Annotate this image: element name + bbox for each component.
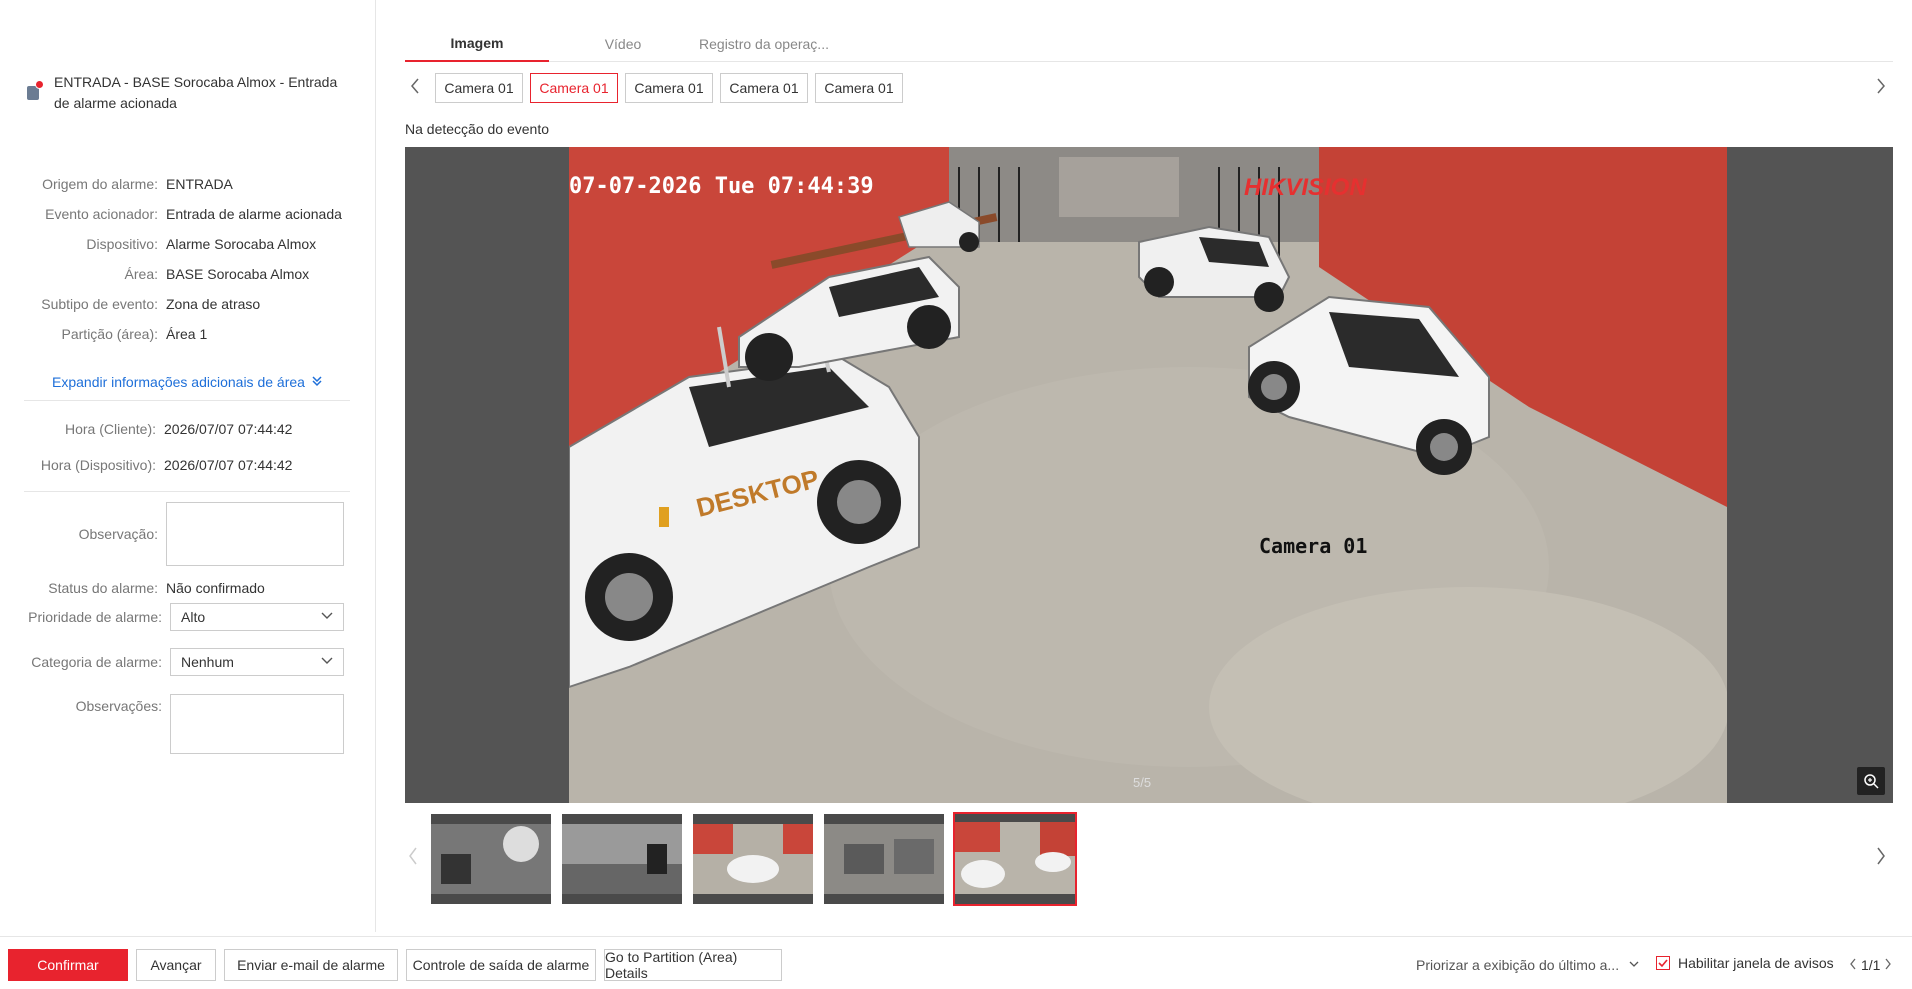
priority-row: Prioridade de alarme: Alto xyxy=(0,603,376,631)
tab-operation-log[interactable]: Registro da operaç... xyxy=(689,26,839,62)
info-value: Área 1 xyxy=(166,326,208,342)
priority-display-select[interactable]: Priorizar a exibição do último a... xyxy=(1416,957,1639,973)
alarm-status-row: Status do alarme: Não confirmado xyxy=(0,576,376,600)
priority-display-label: Priorizar a exibição do último a... xyxy=(1416,957,1620,973)
thumbnail-3[interactable] xyxy=(691,812,815,906)
advance-button[interactable]: Avançar xyxy=(136,949,216,981)
observation-label: Observação: xyxy=(78,526,158,542)
checkmark-icon xyxy=(1656,956,1670,970)
thumbnail-5[interactable] xyxy=(953,812,1077,906)
info-value: Entrada de alarme acionada xyxy=(166,206,342,222)
remarks-row: Observações: xyxy=(0,694,376,754)
chevron-right-icon[interactable] xyxy=(1884,957,1892,973)
thumbnail-strip xyxy=(405,812,1893,906)
detail-tabs: Imagem Vídeo Registro da operaç... xyxy=(405,26,1893,62)
camera-button-active[interactable]: Camera 01 xyxy=(530,73,618,103)
pagination: 1/1 xyxy=(1845,957,1896,973)
tab-image[interactable]: Imagem xyxy=(405,26,549,62)
alarm-title: ENTRADA - BASE Sorocaba Almox - Entrada … xyxy=(54,74,338,111)
info-value: BASE Sorocaba Almox xyxy=(166,266,310,282)
remarks-textarea[interactable] xyxy=(170,694,344,754)
camera-button[interactable]: Camera 01 xyxy=(435,73,523,103)
expand-area-info-link[interactable]: Expandir informações adicionais de área xyxy=(52,374,323,390)
chevron-right-icon[interactable] xyxy=(1875,77,1887,100)
image-pager: 5/5 xyxy=(1133,775,1152,790)
alarm-input-icon xyxy=(24,80,46,102)
alarm-details-panel: ENTRADA - BASE Sorocaba Almox - Entrada … xyxy=(0,0,376,932)
chevron-right-icon[interactable] xyxy=(1875,846,1887,871)
info-value: Alarme Sorocaba Almox xyxy=(166,236,317,252)
time-row-device: Hora (Dispositivo): 2026/07/07 07:44:42 xyxy=(0,453,376,477)
divider xyxy=(24,491,350,492)
chevron-left-icon[interactable] xyxy=(409,77,421,100)
info-row-event-subtype: Subtipo de evento: Zona de atraso xyxy=(0,292,376,316)
info-label: Evento acionador: xyxy=(45,206,158,222)
divider xyxy=(24,400,350,401)
enable-popup-label: Habilitar janela de avisos xyxy=(1678,955,1834,971)
snapshot-viewer: 07-07-2026 Tue 07:44:39 HIKVISION Camera… xyxy=(405,147,1893,803)
send-email-button[interactable]: Enviar e-mail de alarme xyxy=(224,949,398,981)
camera-button[interactable]: Camera 01 xyxy=(720,73,808,103)
observation-row: Observação: xyxy=(0,502,376,566)
info-label: Subtipo de evento: xyxy=(41,296,158,312)
chevron-left-icon[interactable] xyxy=(407,846,419,871)
alarm-header: ENTRADA - BASE Sorocaba Almox - Entrada … xyxy=(24,72,354,114)
chevron-left-icon[interactable] xyxy=(1849,957,1857,973)
expand-label: Expandir informações adicionais de área xyxy=(52,374,305,390)
info-value: ENTRADA xyxy=(166,176,233,192)
info-label: Partição (área): xyxy=(61,326,158,342)
camera-button[interactable]: Camera 01 xyxy=(625,73,713,103)
thumbnail-2[interactable] xyxy=(560,812,684,906)
confirm-button[interactable]: Confirmar xyxy=(8,949,128,981)
camera-selector: Camera 01 Camera 01 Camera 01 Camera 01 … xyxy=(405,73,1893,103)
action-bar: Confirmar Avançar Enviar e-mail de alarm… xyxy=(0,936,1912,989)
partition-details-button[interactable]: Go to Partition (Area) Details xyxy=(604,949,782,981)
chevron-down-icon xyxy=(1629,960,1639,971)
brand-overlay: HIKVISION xyxy=(1244,174,1367,201)
camera-overlay: Camera 01 xyxy=(1259,534,1367,558)
priority-selected-value: Alto xyxy=(181,609,206,625)
time-value: 2026/07/07 07:44:42 xyxy=(164,457,293,473)
zoom-in-icon[interactable] xyxy=(1857,767,1885,795)
info-row-area: Área: BASE Sorocaba Almox xyxy=(0,262,376,286)
detection-caption: Na detecção do evento xyxy=(405,121,549,137)
info-value: Zona de atraso xyxy=(166,296,261,312)
time-value: 2026/07/07 07:44:42 xyxy=(164,421,293,437)
info-row-trigger-event: Evento acionador: Entrada de alarme acio… xyxy=(0,202,376,226)
camera-snapshot[interactable]: 07-07-2026 Tue 07:44:39 HIKVISION Camera… xyxy=(569,147,1727,803)
alarm-output-control-button[interactable]: Controle de saída de alarme xyxy=(406,949,596,981)
info-row-origin: Origem do alarme: ENTRADA xyxy=(0,172,376,196)
thumbnail-4[interactable] xyxy=(822,812,946,906)
priority-select[interactable]: Alto xyxy=(170,603,344,631)
time-label: Hora (Cliente): xyxy=(64,421,156,437)
category-select[interactable]: Nenhum xyxy=(170,648,344,676)
remarks-label: Observações: xyxy=(75,698,162,714)
time-row-client: Hora (Cliente): 2026/07/07 07:44:42 xyxy=(0,417,376,441)
category-selected-value: Nenhum xyxy=(181,654,234,670)
info-row-partition: Partição (área): Área 1 xyxy=(0,322,376,346)
time-label: Hora (Dispositivo): xyxy=(40,457,156,473)
status-value: Não confirmado xyxy=(166,580,265,596)
info-row-device: Dispositivo: Alarme Sorocaba Almox xyxy=(0,232,376,256)
enable-popup-checkbox[interactable]: Habilitar janela de avisos xyxy=(1656,955,1834,971)
timestamp-overlay: 07-07-2026 Tue 07:44:39 xyxy=(569,174,874,199)
info-label: Dispositivo: xyxy=(86,236,158,252)
camera-button[interactable]: Camera 01 xyxy=(815,73,903,103)
thumbnail-1[interactable] xyxy=(429,812,553,906)
tab-video[interactable]: Vídeo xyxy=(573,26,673,62)
observation-textarea[interactable] xyxy=(166,502,344,566)
priority-label: Prioridade de alarme: xyxy=(28,609,162,625)
status-label: Status do alarme: xyxy=(48,580,158,596)
category-label: Categoria de alarme: xyxy=(31,654,162,670)
info-label: Área: xyxy=(124,266,158,282)
category-row: Categoria de alarme: Nenhum xyxy=(0,648,376,676)
chevron-down-icon xyxy=(321,611,333,623)
chevron-down-icon xyxy=(321,656,333,668)
info-label: Origem do alarme: xyxy=(42,176,158,192)
page-indicator: 1/1 xyxy=(1861,957,1881,973)
double-chevron-down-icon xyxy=(311,375,323,390)
